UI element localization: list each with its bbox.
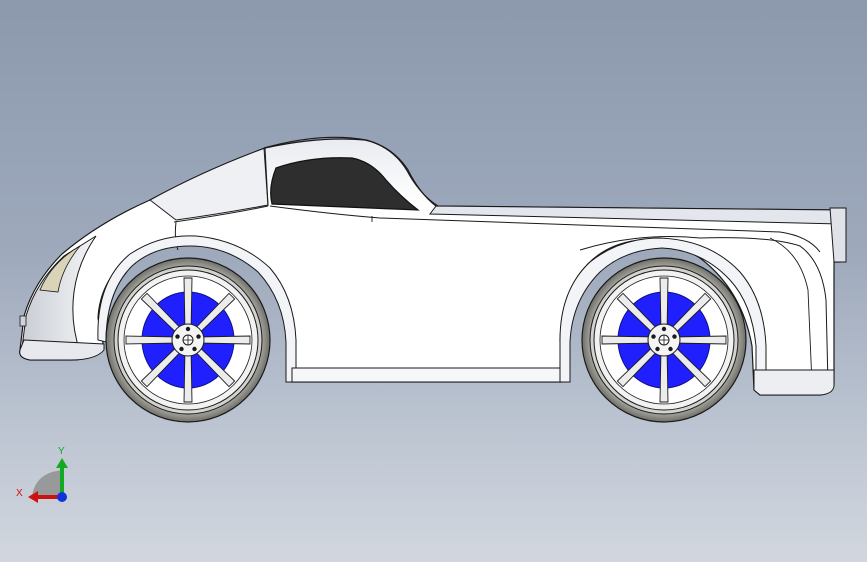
view-orientation-triad[interactable]: Y X — [16, 446, 68, 503]
graphics-viewport[interactable]: Y X — [0, 0, 867, 562]
front-marker-light — [19, 315, 27, 327]
y-axis-arrow — [56, 458, 68, 468]
front-lower-lip — [19, 339, 105, 361]
rear-wheel — [581, 257, 747, 423]
x-axis-label: X — [16, 488, 23, 499]
y-axis-label: Y — [58, 446, 65, 457]
front-wheel — [105, 257, 271, 423]
car-model[interactable]: Y X — [0, 0, 867, 562]
rear-bumper — [753, 369, 835, 396]
side-sill — [291, 367, 561, 383]
z-axis-dot — [57, 492, 67, 502]
